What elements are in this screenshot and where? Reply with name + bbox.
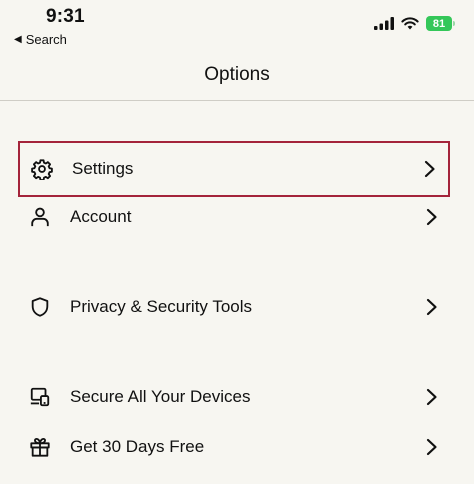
- wifi-icon: [401, 17, 419, 30]
- chevron-right-icon: [418, 438, 446, 456]
- status-time: 9:31: [46, 6, 85, 27]
- page-title: Options: [204, 64, 270, 85]
- menu-item-account[interactable]: Account: [18, 189, 450, 245]
- menu-item-secure-devices[interactable]: Secure All Your Devices: [18, 369, 450, 425]
- nav-divider: [0, 100, 474, 101]
- devices-icon: [18, 386, 62, 408]
- person-icon: [18, 206, 62, 228]
- back-label: Search: [25, 32, 67, 47]
- gear-icon: [20, 158, 64, 180]
- menu-item-label: Settings: [72, 159, 134, 178]
- cellular-signal-icon: [374, 17, 394, 30]
- gift-icon: [18, 436, 62, 458]
- menu-item-privacy-security-tools[interactable]: Privacy & Security Tools: [18, 279, 450, 335]
- back-triangle-icon: ◀: [14, 34, 22, 45]
- back-to-search-link[interactable]: ◀ Search: [14, 32, 67, 47]
- chevron-right-icon: [418, 298, 446, 316]
- menu-item-label: Get 30 Days Free: [70, 437, 205, 456]
- chevron-right-icon: [418, 388, 446, 406]
- battery-icon: 81: [426, 16, 455, 31]
- chevron-right-icon: [418, 208, 446, 226]
- menu-item-get-30-days-free[interactable]: Get 30 Days Free: [18, 419, 450, 475]
- status-indicators: 81: [374, 16, 455, 31]
- menu-item-label: Account: [70, 207, 132, 226]
- menu-item-label: Secure All Your Devices: [70, 387, 251, 406]
- shield-icon: [18, 296, 62, 318]
- chevron-right-icon: [416, 160, 444, 178]
- battery-level: 81: [432, 17, 446, 30]
- screen: 9:31 ◀ Search 81 Options Settings Accoun…: [0, 0, 474, 484]
- menu-item-label: Privacy & Security Tools: [70, 297, 253, 316]
